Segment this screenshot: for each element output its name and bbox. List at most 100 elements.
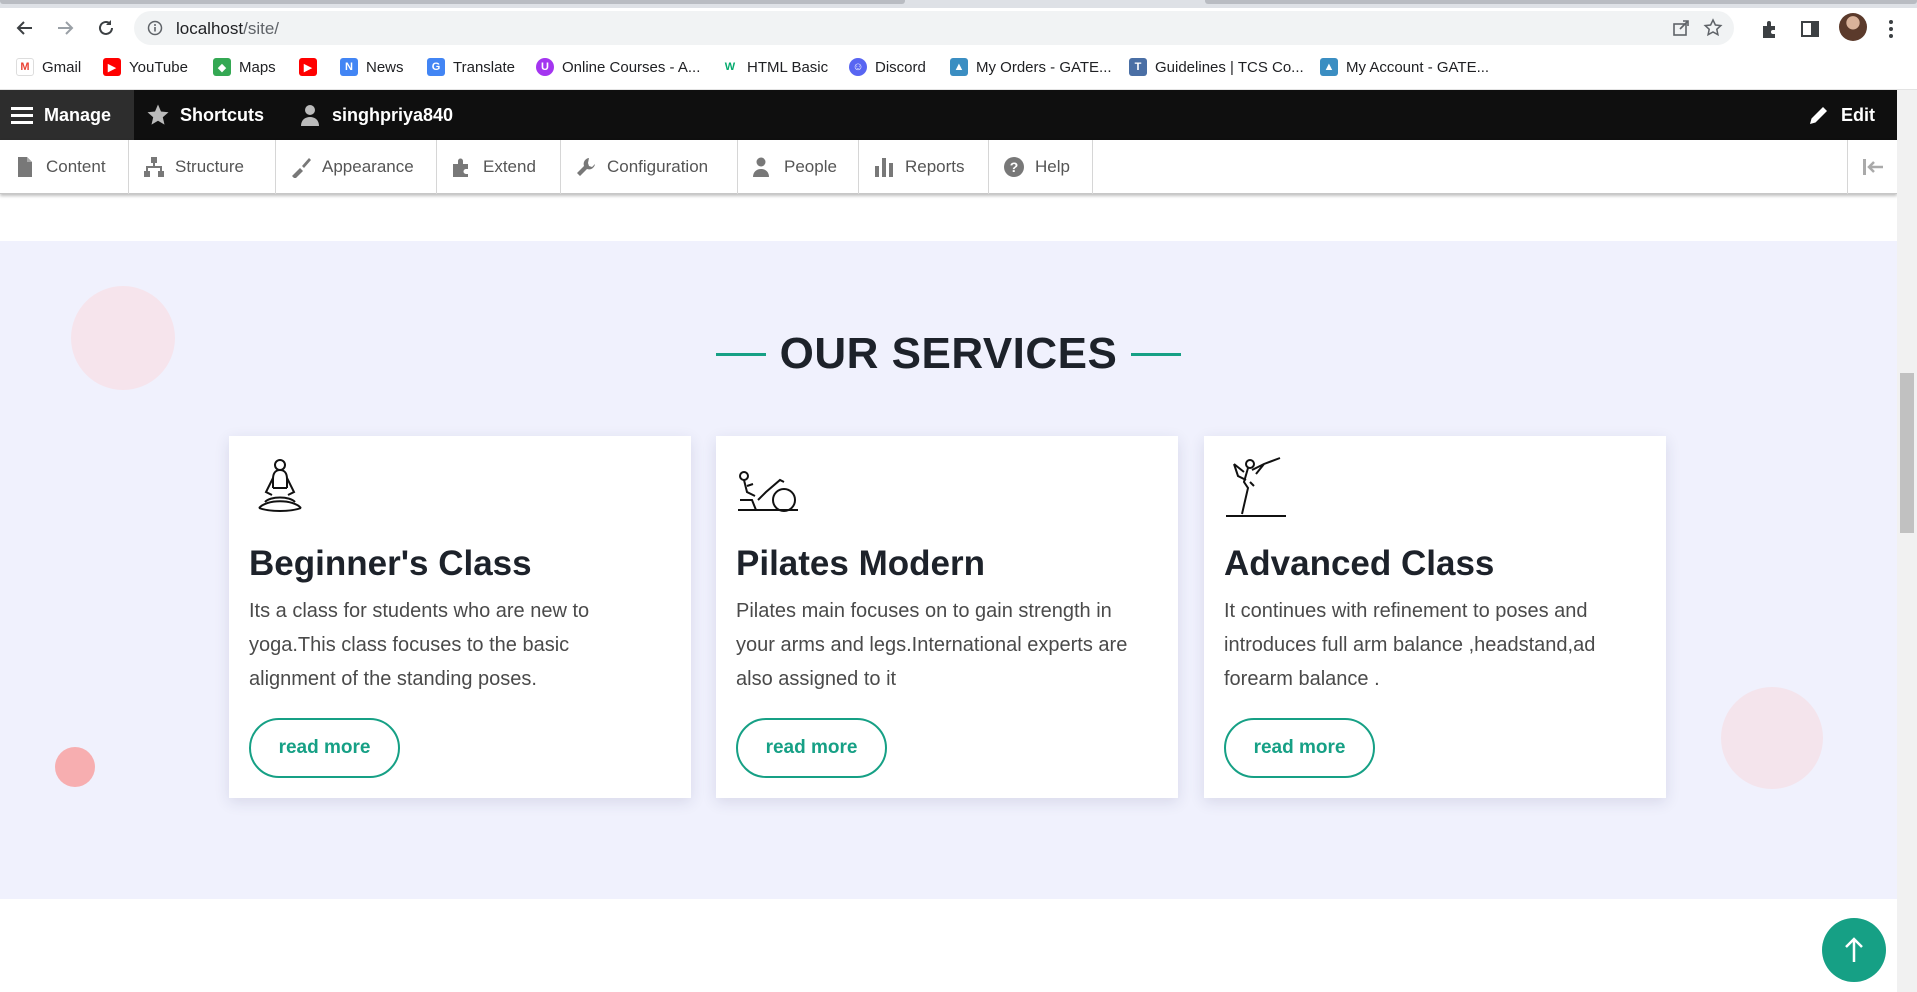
- user-icon: [301, 105, 319, 126]
- user-label: singhpriya840: [332, 104, 454, 125]
- section-heading: OUR SERVICES: [0, 329, 1897, 379]
- reload-icon: [99, 20, 113, 35]
- admin-tray: Content Structure Appearance Extend Conf…: [0, 140, 1897, 194]
- tray-label: People: [784, 157, 837, 176]
- bar-chart-icon: [875, 158, 893, 177]
- bookmark-youtube[interactable]: ▶ YouTube: [103, 58, 188, 76]
- youtube-icon: ▶: [103, 58, 121, 76]
- tray-item-structure[interactable]: Structure: [129, 140, 276, 194]
- shortcuts-button[interactable]: Shortcuts: [136, 90, 274, 140]
- bookmark-label: YouTube: [129, 58, 188, 76]
- pilates-ball-icon: [738, 471, 798, 512]
- desc-line: introduces full arm balance ,headstand,a…: [1224, 634, 1596, 656]
- help-icon: ?: [1004, 157, 1024, 177]
- service-card-advanced: Advanced Class It continues with refinem…: [1204, 436, 1666, 798]
- info-icon: [147, 20, 163, 36]
- bookmark-label: Discord: [875, 58, 926, 76]
- hamburger-icon: [11, 107, 33, 124]
- bookmark-udemy[interactable]: U Online Courses - A...: [536, 58, 700, 76]
- back-button[interactable]: [9, 12, 41, 44]
- card-description: Pilates main focuses on to gain strength…: [736, 594, 1161, 696]
- maps-icon: ◆: [213, 58, 231, 76]
- tray-label: Structure: [175, 157, 244, 176]
- bookmarks-bar: M Gmail ▶ YouTube ◆ Maps ▶ N News G Translate…: [0, 48, 1917, 90]
- share-icon[interactable]: [1671, 18, 1691, 38]
- bookmark-gate-orders[interactable]: ▲ My Orders - GATE...: [950, 58, 1112, 76]
- tray-item-appearance[interactable]: Appearance: [276, 140, 437, 194]
- arrow-right-icon: [58, 21, 74, 35]
- admin-toolbar: Manage Shortcuts singhpriya840 Edit: [0, 90, 1897, 140]
- bookmark-translate[interactable]: G Translate: [427, 58, 515, 76]
- user-button[interactable]: singhpriya840: [288, 90, 463, 140]
- more-menu-icon[interactable]: [1880, 18, 1902, 40]
- tray-label: Reports: [905, 157, 965, 176]
- tray-item-configuration[interactable]: Configuration: [561, 140, 738, 194]
- tray-item-reports[interactable]: Reports: [859, 140, 989, 194]
- bookmark-html-basic[interactable]: W HTML Basic: [721, 58, 828, 76]
- translate-icon: G: [427, 58, 445, 76]
- bookmark-label: My Account - GATE...: [1346, 58, 1490, 76]
- read-more-button[interactable]: read more: [1224, 718, 1375, 778]
- address-bar[interactable]: localhost/site/: [134, 11, 1734, 45]
- tray-label: Configuration: [607, 157, 709, 176]
- bookmark-gate-account[interactable]: ▲ My Account - GATE...: [1320, 58, 1489, 76]
- paint-brush-icon: [292, 158, 311, 178]
- yoga-pose-icon: [1226, 457, 1286, 517]
- tray-label: Appearance: [322, 157, 414, 176]
- desc-line: Its a class for students who are new to: [249, 600, 590, 622]
- heading-line-right: [1131, 352, 1182, 356]
- bookmark-label: Translate: [453, 58, 515, 76]
- reload-button[interactable]: [90, 12, 122, 44]
- tray-label: Content: [46, 157, 106, 176]
- profile-avatar[interactable]: [1839, 13, 1867, 41]
- bookmark-tcs[interactable]: T Guidelines | TCS Co...: [1129, 58, 1304, 76]
- bookmark-news[interactable]: N News: [340, 58, 404, 76]
- edit-label: Edit: [1841, 104, 1875, 125]
- bookmark-label: My Orders - GATE...: [976, 58, 1112, 76]
- people-icon: [753, 157, 769, 177]
- document-icon: [18, 157, 32, 177]
- desc-line: your arms and legs.International experts…: [736, 634, 1128, 656]
- desc-line: alignment of the standing poses.: [249, 668, 537, 690]
- extensions-icon[interactable]: [1759, 18, 1781, 40]
- tray-orientation-toggle[interactable]: [1847, 140, 1897, 194]
- tray-item-content[interactable]: Content: [0, 140, 129, 194]
- edit-button[interactable]: Edit: [1797, 90, 1885, 140]
- manage-button[interactable]: Manage: [0, 90, 134, 140]
- arrow-up-icon: [1845, 937, 1863, 962]
- shortcuts-label: Shortcuts: [180, 104, 265, 125]
- card-title: Advanced Class: [1224, 544, 1495, 583]
- card-description: It continues with refinement to poses an…: [1224, 594, 1649, 696]
- back-to-top-button[interactable]: [1822, 918, 1886, 982]
- arrow-left-icon: [16, 21, 32, 35]
- star-icon[interactable]: [1703, 18, 1723, 38]
- w3schools-icon: W: [721, 58, 739, 76]
- card-title: Beginner's Class: [249, 544, 532, 583]
- service-card-beginner: Beginner's Class Its a class for student…: [229, 436, 691, 798]
- bookmark-label: Maps: [239, 58, 276, 76]
- desc-line: forearm balance .: [1224, 668, 1380, 690]
- url-host: localhost: [176, 19, 244, 38]
- collapse-icon: [1862, 159, 1883, 175]
- bookmark-gmail[interactable]: M Gmail: [16, 58, 81, 76]
- read-more-button[interactable]: read more: [736, 718, 887, 778]
- bookmark-label: HTML Basic: [747, 58, 829, 76]
- read-more-button[interactable]: read more: [249, 718, 400, 778]
- bookmark-discord[interactable]: ☺ Discord: [849, 58, 926, 76]
- section-title: OUR SERVICES: [779, 329, 1118, 378]
- desc-line: yoga.This class focuses to the basic: [249, 634, 570, 656]
- bookmark-youtube-2[interactable]: ▶: [299, 58, 317, 76]
- url-text: localhost/site/: [176, 19, 279, 39]
- forward-button[interactable]: [49, 12, 81, 44]
- tray-item-people[interactable]: People: [738, 140, 859, 194]
- browser-toolbar: localhost/site/: [0, 8, 1917, 48]
- card-title: Pilates Modern: [736, 544, 985, 583]
- side-panel-icon[interactable]: [1799, 18, 1821, 40]
- tray-item-help[interactable]: ? Help: [989, 140, 1093, 194]
- tray-item-extend[interactable]: Extend: [437, 140, 561, 194]
- scrollbar-thumb[interactable]: [1900, 373, 1914, 533]
- udemy-icon: U: [536, 58, 554, 76]
- desc-line: It continues with refinement to poses an…: [1224, 600, 1588, 622]
- page-scrollbar[interactable]: [1897, 90, 1917, 992]
- bookmark-maps[interactable]: ◆ Maps: [213, 58, 276, 76]
